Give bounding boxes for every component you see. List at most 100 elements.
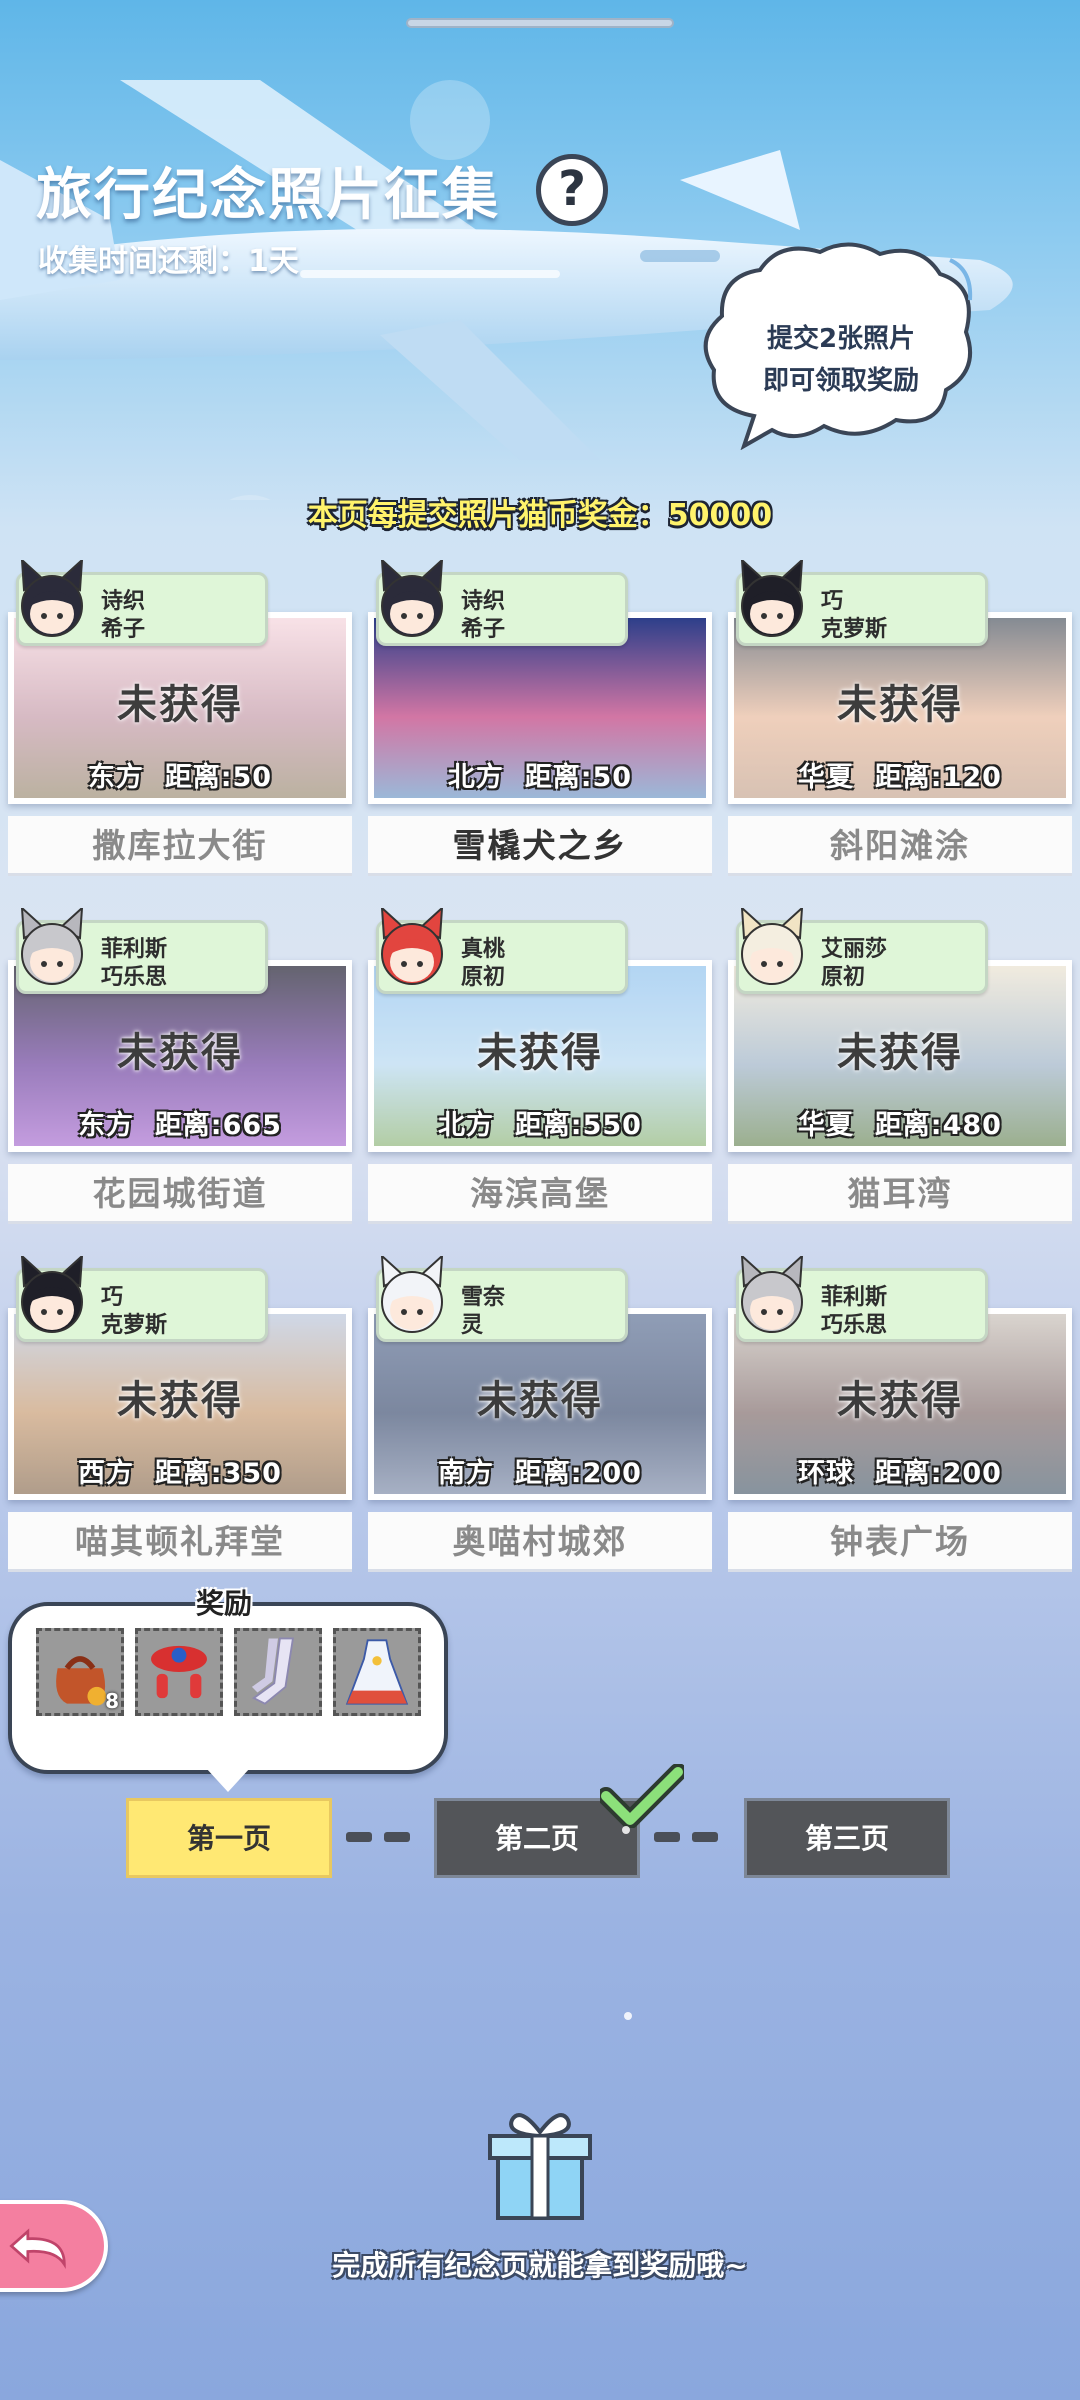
distance-label: 距离:120	[874, 762, 1002, 793]
status-label: 未获得	[117, 682, 243, 728]
character-avatar	[740, 1256, 804, 1333]
location-name: 猫耳湾	[728, 1164, 1072, 1224]
location-name: 海滨高堡	[368, 1164, 712, 1224]
direction-label: 北方	[447, 762, 504, 793]
ornament-icon	[151, 1645, 207, 1699]
character-avatar	[20, 560, 84, 637]
distance-label: 距离:200	[874, 1458, 1002, 1489]
photo-card[interactable]: 未获得 华夏 距离:480 猫耳湾 艾丽莎 原初	[728, 908, 1072, 1226]
direction-distance: 东方 距离:50	[14, 755, 346, 794]
page-title: 旅行纪念照片征集	[36, 163, 500, 228]
location-name: 雪橇犬之乡	[368, 816, 712, 876]
location-name: 花园城街道	[8, 1164, 352, 1224]
direction-distance: 东方 距离:665	[14, 1103, 346, 1142]
direction-distance: 环球 距离:200	[734, 1451, 1066, 1490]
reward-item-bag[interactable]: 8	[36, 1628, 124, 1716]
character-name-2: 希子	[461, 617, 506, 642]
page-connector	[654, 1832, 680, 1842]
direction-distance: 华夏 距离:120	[734, 755, 1066, 794]
bubble-line-2: 即可领取奖励	[762, 366, 919, 396]
location-name: 斜阳滩涂	[728, 816, 1072, 876]
direction-distance: 华夏 距离:480	[734, 1103, 1066, 1142]
character-avatar	[20, 1256, 84, 1333]
page-connector	[346, 1832, 372, 1842]
character-avatar	[740, 560, 804, 637]
character-name-2: 灵	[461, 1313, 484, 1338]
direction-label: 南方	[438, 1458, 494, 1489]
reward-item-ornament[interactable]	[135, 1628, 223, 1716]
photo-card[interactable]: 未获得 环球 距离:200 钟表广场 菲利斯 巧乐思	[728, 1256, 1072, 1574]
status-label: 未获得	[117, 1378, 243, 1424]
completion-note: 完成所有纪念页就能拿到奖励哦~	[332, 2249, 748, 2282]
bubble-line-1: 提交2张照片	[766, 324, 916, 354]
photo-card[interactable]: 未获得 北方 距离:550 海滨高堡 真桃 原初	[368, 908, 712, 1226]
character-name-2: 克萝斯	[101, 1313, 168, 1338]
dress-icon	[345, 1639, 409, 1705]
direction-label: 环球	[798, 1458, 854, 1489]
distance-label: 距离:200	[514, 1458, 642, 1489]
character-avatar	[380, 560, 444, 637]
direction-label: 东方	[78, 1110, 134, 1141]
help-button[interactable]: ?	[536, 154, 608, 226]
direction-label: 东方	[87, 762, 144, 793]
stockings-icon	[251, 1637, 294, 1705]
direction-label: 西方	[78, 1458, 134, 1489]
photo-card[interactable]: 未获得 华夏 距离:120 斜阳滩涂 巧 克萝斯	[728, 560, 1072, 878]
distance-label: 距离:480	[874, 1110, 1002, 1141]
direction-label: 北方	[438, 1110, 494, 1141]
character-name-2: 巧乐思	[101, 965, 168, 990]
direction-distance: 北方 距离:50	[374, 755, 706, 794]
reward-item-dress[interactable]	[333, 1628, 421, 1716]
distance-label: 距离:665	[154, 1110, 282, 1141]
character-avatar	[740, 908, 804, 985]
status-label: 未获得	[837, 1030, 963, 1076]
checkmark-icon	[600, 1764, 684, 1828]
photo-card[interactable]: 未获得 南方 距离:200 奥喵村城郊 雪奈 灵	[368, 1256, 712, 1574]
character-name-2: 克萝斯	[821, 617, 888, 642]
location-name: 奥喵村城郊	[368, 1512, 712, 1572]
status-label: 未获得	[477, 1378, 603, 1424]
photo-card[interactable]: 未获得 西方 距离:350 喵其顿礼拜堂 巧 克萝斯	[8, 1256, 352, 1574]
distance-label: 距离:50	[164, 762, 273, 793]
photo-card[interactable]: 未获得 东方 距离:665 花园城街道 菲利斯 巧乐思	[8, 908, 352, 1226]
reward-item-stockings[interactable]	[234, 1628, 322, 1716]
back-arrow-icon	[9, 2228, 66, 2270]
photo-card[interactable]: 北方 距离:50 雪橇犬之乡 诗织 希子	[368, 560, 712, 878]
photo-card[interactable]: 未获得 东方 距离:50 撒库拉大街 诗织 希子	[8, 560, 352, 878]
distance-label: 距离:50	[524, 762, 633, 793]
direction-label: 华夏	[798, 762, 854, 793]
page-1-button[interactable]: 第一页	[126, 1798, 332, 1878]
page-3-button[interactable]: 第三页	[744, 1798, 950, 1878]
character-name-2: 希子	[101, 617, 146, 642]
direction-distance: 西方 距离:350	[14, 1451, 346, 1490]
page-reward-text: 本页每提交照片猫币奖金：50000	[307, 498, 773, 533]
bubble-text: 提交2张照片 即可领取奖励	[706, 318, 976, 402]
distance-label: 距离:550	[514, 1110, 642, 1141]
page-connector	[384, 1832, 410, 1842]
character-name-2: 巧乐思	[821, 1313, 888, 1338]
drag-handle[interactable]	[406, 18, 674, 28]
character-avatar	[20, 908, 84, 985]
sparkle	[624, 2012, 632, 2020]
location-name: 喵其顿礼拜堂	[8, 1512, 352, 1572]
status-label: 未获得	[477, 1030, 603, 1076]
status-label: 未获得	[837, 1378, 963, 1424]
character-avatar	[380, 1256, 444, 1333]
location-name: 钟表广场	[728, 1512, 1072, 1572]
character-avatar	[380, 908, 444, 985]
direction-distance: 南方 距离:200	[374, 1451, 706, 1490]
distance-label: 距离:350	[154, 1458, 282, 1489]
character-name-2: 原初	[821, 965, 866, 990]
reward-title: 奖励	[196, 1587, 253, 1620]
reward-count: 8	[105, 1689, 119, 1713]
status-label: 未获得	[837, 682, 963, 728]
direction-distance: 北方 距离:550	[374, 1103, 706, 1142]
status-label: 未获得	[117, 1030, 243, 1076]
reward-popup-tail	[206, 1768, 250, 1792]
gift-box-icon[interactable]	[484, 2106, 596, 2222]
page-connector	[692, 1832, 718, 1842]
location-name: 撒库拉大街	[8, 816, 352, 876]
back-button[interactable]	[0, 2200, 108, 2292]
sparkle	[622, 1826, 630, 1834]
countdown-text: 收集时间还剩：1天	[38, 244, 299, 279]
